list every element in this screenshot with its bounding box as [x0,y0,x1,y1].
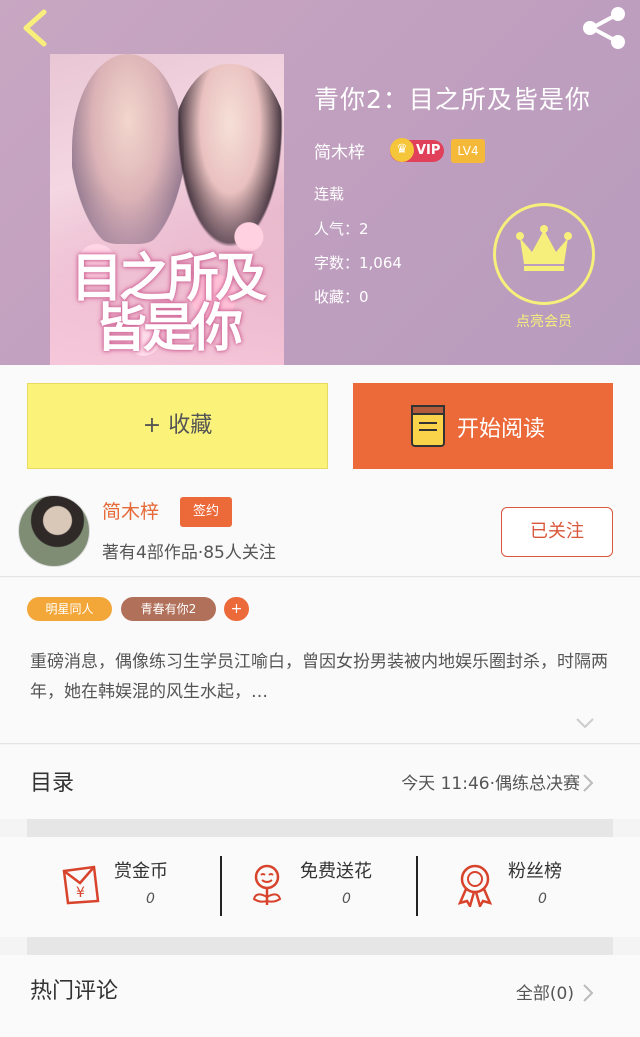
fan-ranking-value: 0 [538,891,547,907]
red-envelope-icon: ¥ [62,865,100,905]
action-bar: + 收藏 开始阅读 [0,365,640,487]
add-favorite-button[interactable]: + 收藏 [27,383,328,469]
hot-comments-row[interactable]: 热门评论 全部(0) [0,955,640,1037]
member-circle [493,203,595,305]
word-count-stat: 字数：1,064 [314,254,402,272]
start-reading-button[interactable]: 开始阅读 [353,383,613,469]
favorites-stat: 收藏：0 [314,288,369,306]
signed-badge: 签约 [180,497,232,527]
hot-comments-title: 热门评论 [30,979,119,1004]
book-title: 青你2：目之所及皆是你 [314,85,591,114]
divider [220,856,222,916]
tags-description-section: 明星同人 青春有你2 + 重磅消息，偶像练习生学员江喻白，曾因女扮男装被内地娱乐… [0,578,640,744]
send-flower-value: 0 [342,891,351,907]
author-name[interactable]: 简木梓 [102,497,159,524]
divider [416,856,418,916]
medal-icon [457,864,493,907]
chevron-right-icon [583,984,594,1002]
author-meta: 著有4部作品·85人关注 [102,543,276,563]
send-flower-button[interactable]: 免费送花 0 [244,837,404,937]
fan-ranking-button[interactable]: 粉丝榜 0 [452,837,602,937]
vip-crown-icon: ♛ [390,138,414,162]
popularity-stat: 人气：2 [314,220,369,238]
cover-title-art: 目之所及 皆是你 [70,248,267,359]
header-author-name[interactable]: 简木梓 [314,138,365,163]
svg-text:¥: ¥ [76,885,85,901]
fan-ranking-label: 粉丝榜 [508,861,562,882]
reward-coins-label: 赏金币 [114,861,168,882]
section-divider [27,937,613,955]
serial-status: 连载 [314,185,345,203]
level-badge: LV4 [451,139,485,163]
catalog-row[interactable]: 目录 今天 11:46·偶练总决赛 [0,745,640,819]
send-flower-label: 免费送花 [300,861,372,882]
author-avatar[interactable] [18,495,90,567]
latest-chapter: 今天 11:46·偶练总决赛 [401,774,580,794]
all-comments-link[interactable]: 全部(0) [516,979,574,1004]
chevron-down-icon[interactable] [575,716,595,730]
reward-coins-button[interactable]: ¥ 赏金币 0 [58,837,198,937]
flower-icon [252,864,282,905]
book-icon [411,405,445,447]
author-row: 简木梓 签约 著有4部作品·85人关注 已关注 [0,487,640,577]
crown-icon [516,225,572,271]
start-reading-label: 开始阅读 [457,417,546,442]
tag-youth-with-you[interactable]: 青春有你2 [121,597,216,621]
support-actions-row: ¥ 赏金币 0 免费送花 0 粉丝榜 0 [0,837,640,937]
follow-button[interactable]: 已关注 [501,507,613,557]
catalog-title: 目录 [30,771,75,796]
member-button[interactable]: 点亮会员 [493,203,595,335]
vip-badge: ♛ VIP [390,138,444,162]
share-icon [583,7,625,49]
chevron-right-icon [583,774,594,792]
back-button[interactable] [14,6,58,50]
book-cover[interactable]: 目之所及 皆是你 [50,54,284,365]
back-arrow-icon [23,9,47,47]
reward-coins-value: 0 [146,891,155,907]
add-tag-button[interactable]: + [224,597,249,621]
share-button[interactable] [578,6,630,50]
member-label: 点亮会员 [516,314,572,330]
tag-celebrity-fanfic[interactable]: 明星同人 [27,597,112,621]
book-description[interactable]: 重磅消息，偶像练习生学员江喻白，曾因女扮男装被内地娱乐圈封杀，时隔两年，她在韩娱… [30,647,610,707]
book-header: 目之所及 皆是你 青你2：目之所及皆是你 简木梓 ♛ VIP LV4 连载 人气… [0,0,640,365]
section-divider [27,819,613,837]
